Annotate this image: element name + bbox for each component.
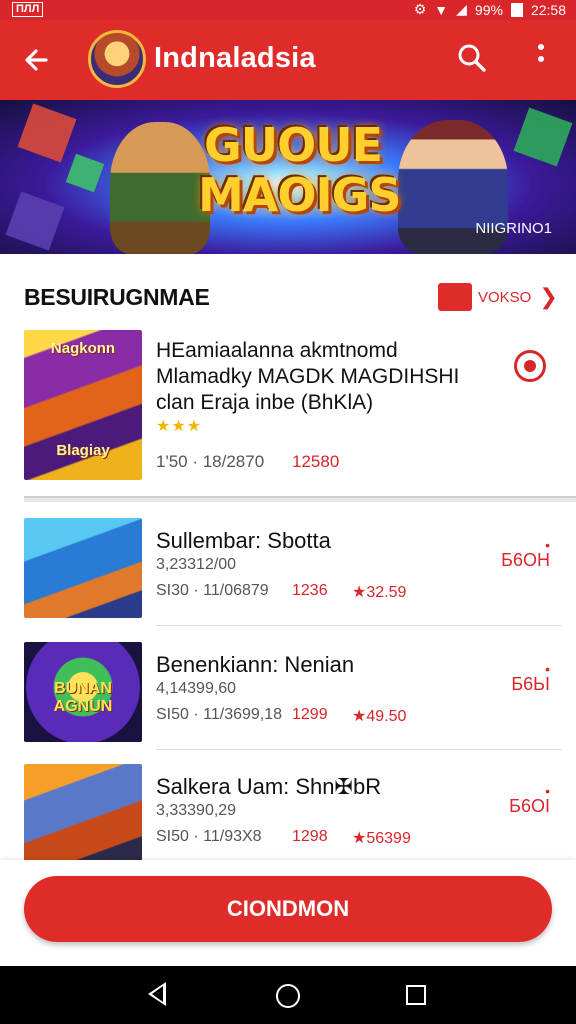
wifi-icon: ▼: [434, 1, 449, 18]
nav-recents-icon[interactable]: [406, 985, 426, 1005]
item-title: Salkera Uam: Shn✠bR: [156, 774, 382, 799]
arrow-left-icon: [25, 49, 48, 71]
item-subtitle: 3,23312/00: [156, 556, 237, 573]
item-action-button[interactable]: • Б6ЬІ: [511, 661, 550, 695]
nav-back-icon[interactable]: [148, 982, 166, 1006]
shard-decoration: [513, 107, 573, 167]
signal-icon: ◢: [456, 1, 467, 17]
item-subtitle: 4,14399,60: [156, 680, 237, 697]
dot-icon: •: [545, 661, 550, 677]
item-action-label: Б6ОН: [501, 550, 550, 570]
app-title: Indnaladsia: [154, 42, 316, 74]
banner-tag: NIIGRINO1: [475, 220, 552, 237]
featured-meta: 1'50 · 18/2870: [156, 452, 265, 471]
item-thumbnail: [24, 518, 142, 618]
item-action-label: Б6ОІ: [509, 796, 550, 816]
more-vertical-icon: [526, 44, 556, 62]
status-bar: ПЛЛ ⚙ ▼ ◢ 99% 22:58: [0, 0, 576, 20]
app-screen: ПЛЛ ⚙ ▼ ◢ 99% 22:58 Indnaladsia GUOUE MA…: [0, 0, 576, 1024]
featured-title: HEamiaalanna akmtnomd Mlamadky MAGDK MAG…: [156, 339, 460, 414]
item-rating: ★56399: [352, 830, 411, 847]
item-action-button[interactable]: • Б6ОІ: [509, 783, 550, 817]
item-price: 1236: [292, 582, 328, 599]
item-title: Sullembar: Sbotta: [156, 528, 331, 553]
back-button[interactable]: [18, 40, 58, 80]
search-icon: [458, 44, 486, 72]
banner-character-left: [110, 122, 210, 254]
list-item[interactable]: Salkera Uam: Shn✠bR 3,33390,29 SI50 · 11…: [0, 750, 576, 872]
status-left-label: ПЛЛ: [12, 2, 44, 17]
featured-thumb-label-2: Blagiay: [56, 442, 110, 459]
featured-price: 12580: [292, 452, 340, 471]
shard-decoration: [17, 103, 77, 163]
promo-banner[interactable]: GUOUE MAOIGS NIIGRINO1: [0, 100, 576, 254]
chevron-right-icon: ❯: [539, 284, 558, 309]
item-meta: SI50 · 11/3699,18: [156, 706, 283, 723]
item-action-button[interactable]: • Б6ОН: [501, 537, 550, 571]
system-nav-bar: [0, 966, 576, 1024]
item-rating: ★49.50: [352, 708, 407, 725]
nav-home-icon[interactable]: [276, 984, 300, 1008]
more-badge-icon: [438, 283, 472, 311]
featured-item[interactable]: Nagkonn Blagiay HEamiaalanna akmtnomd Ml…: [0, 328, 576, 496]
dot-icon: •: [545, 537, 550, 553]
featured-action-icon[interactable]: [514, 350, 546, 382]
section-divider: [24, 496, 576, 502]
item-rating: ★32.59: [352, 584, 407, 601]
battery-icon: [510, 2, 523, 17]
banner-title-line2: MAOIGS: [198, 168, 401, 222]
primary-cta-button[interactable]: CIONDMON: [24, 876, 552, 942]
bottom-action-area: CIONDMON: [0, 860, 576, 966]
more-options-button[interactable]: [526, 38, 556, 78]
item-meta: SI30 · 11/06879: [156, 582, 269, 599]
item-thumbnail: BUNAN AGNUN: [24, 642, 142, 742]
sync-icon: ⚙: [413, 1, 427, 17]
item-thumbnail: [24, 764, 142, 864]
shard-decoration: [65, 153, 105, 193]
item-thumb-label: BUNAN AGNUN: [53, 680, 113, 715]
clock: 22:58: [530, 1, 566, 18]
list-item[interactable]: Sullembar: Sbotta 3,23312/00 SI30 · 11/0…: [0, 504, 576, 626]
banner-title: GUOUE MAOIGS: [198, 118, 401, 222]
section-more-link[interactable]: VOKSO ❯: [438, 282, 558, 312]
search-button[interactable]: [452, 38, 492, 78]
item-price: 1299: [292, 706, 328, 723]
featured-thumb-label: Nagkonn: [50, 340, 116, 357]
item-action-label: Б6ЬІ: [511, 674, 550, 694]
app-bar: Indnaladsia: [0, 20, 576, 100]
section-header: BESUIRUGNMAE VOKSO ❯: [0, 258, 576, 328]
row-divider: [156, 625, 562, 626]
section-title: BESUIRUGNMAE: [24, 284, 210, 310]
app-logo: [88, 30, 146, 88]
item-subtitle: 3,33390,29: [156, 802, 237, 819]
item-meta: SI50 · 11/93X8: [156, 828, 262, 845]
status-right: ⚙ ▼ ◢ 99% 22:58: [414, 1, 566, 18]
rating-stars: ★★★: [156, 418, 203, 435]
item-price: 1298: [292, 828, 328, 845]
banner-title-line1: GUOUE: [204, 118, 383, 172]
list-item[interactable]: BUNAN AGNUN Benenkiann: Nenian 4,14399,6…: [0, 628, 576, 750]
shard-decoration: [5, 191, 65, 251]
dot-icon: •: [545, 783, 550, 799]
item-title: Benenkiann: Nenian: [156, 652, 355, 677]
featured-thumbnail: Nagkonn Blagiay: [24, 330, 142, 480]
more-label: VOKSO: [478, 288, 532, 306]
battery-percent: 99%: [474, 1, 503, 18]
